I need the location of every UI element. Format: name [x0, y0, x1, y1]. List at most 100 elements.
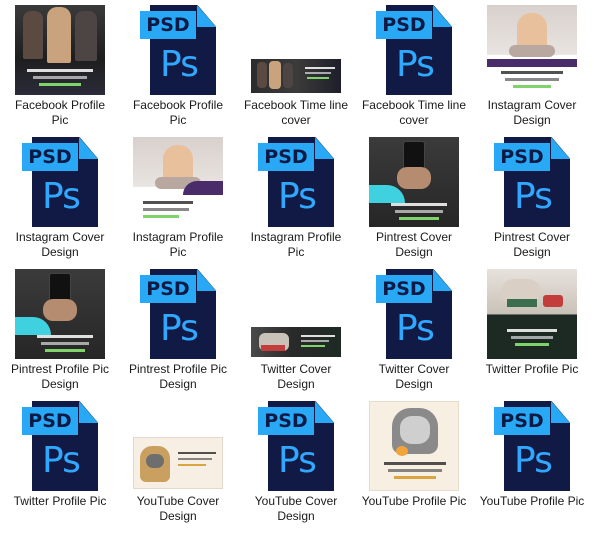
file-item[interactable]: PSD Ps Instagram Cover Design — [1, 132, 119, 264]
image-thumbnail-icon — [15, 269, 105, 359]
file-name-label: Instagram Cover Design — [15, 230, 105, 259]
file-item[interactable]: PSD Ps Twitter Cover Design — [355, 264, 473, 396]
file-item[interactable]: PSD Ps Facebook Profile Pic — [119, 0, 237, 132]
image-thumbnail-icon — [369, 137, 459, 227]
thumbnail-container — [1, 264, 119, 359]
file-name-label: Facebook Profile Pic — [132, 98, 224, 127]
file-name-label: Twitter Cover Design — [260, 362, 332, 391]
file-name-label: Instagram Profile Pic — [132, 230, 224, 259]
image-thumbnail-icon — [133, 437, 223, 489]
file-name-label: Facebook Profile Pic — [14, 98, 106, 127]
ps-glyph: Ps — [396, 308, 435, 349]
file-item[interactable]: Instagram Cover Design — [473, 0, 591, 132]
psd-file-icon: PSD Ps — [140, 269, 216, 359]
file-item[interactable]: PSD Ps Pintrest Profile Pic Design — [119, 264, 237, 396]
thumbnail-container — [355, 396, 473, 491]
thumbnail-container — [237, 0, 355, 95]
file-item[interactable]: Facebook Time line cover — [237, 0, 355, 132]
ps-glyph: Ps — [160, 308, 199, 349]
thumbnail-container: PSD Ps — [237, 132, 355, 227]
file-name-label: Pintrest Profile Pic Design — [128, 362, 228, 391]
file-item[interactable]: PSD Ps Pintrest Cover Design — [473, 132, 591, 264]
psd-badge: PSD — [22, 407, 78, 435]
file-item[interactable]: PSD Ps YouTube Cover Design — [237, 396, 355, 533]
image-thumbnail-icon — [487, 5, 577, 95]
file-item[interactable]: PSD Ps Instagram Profile Pic — [237, 132, 355, 264]
file-item[interactable]: Facebook Profile Pic — [1, 0, 119, 132]
psd-file-icon: PSD Ps — [22, 401, 98, 491]
psd-file-icon: PSD Ps — [22, 137, 98, 227]
file-name-label: YouTube Profile Pic — [361, 494, 467, 508]
ps-glyph: Ps — [514, 440, 553, 481]
psd-badge: PSD — [376, 11, 432, 39]
file-name-label: Instagram Profile Pic — [250, 230, 342, 259]
image-thumbnail-icon — [15, 5, 105, 95]
image-thumbnail-icon — [133, 137, 223, 227]
thumbnail-container — [1, 0, 119, 95]
file-name-label: Facebook Time line cover — [361, 98, 467, 127]
thumbnail-container: PSD Ps — [473, 132, 591, 227]
file-item[interactable]: PSD Ps YouTube Profile Pic — [473, 396, 591, 533]
image-thumbnail-icon — [369, 401, 459, 491]
psd-file-icon: PSD Ps — [376, 269, 452, 359]
psd-file-icon: PSD Ps — [376, 5, 452, 95]
thumbnail-container: PSD Ps — [119, 0, 237, 95]
ps-glyph: Ps — [278, 440, 317, 481]
thumbnail-container: PSD Ps — [473, 396, 591, 491]
ps-glyph: Ps — [160, 44, 199, 85]
file-item[interactable]: Pintrest Profile Pic Design — [1, 264, 119, 396]
file-grid: Facebook Profile Pic PSD Ps Facebook Pro… — [0, 0, 594, 533]
psd-file-icon: PSD Ps — [258, 401, 334, 491]
thumbnail-container — [473, 264, 591, 359]
psd-badge: PSD — [494, 407, 550, 435]
psd-badge: PSD — [376, 275, 432, 303]
psd-file-icon: PSD Ps — [494, 137, 570, 227]
thumbnail-container — [119, 396, 237, 491]
thumbnail-container — [237, 264, 355, 359]
ps-glyph: Ps — [514, 176, 553, 217]
file-item[interactable]: PSD Ps Facebook Time line cover — [355, 0, 473, 132]
file-item[interactable]: YouTube Profile Pic — [355, 396, 473, 533]
psd-file-icon: PSD Ps — [258, 137, 334, 227]
ps-glyph: Ps — [278, 176, 317, 217]
psd-badge: PSD — [258, 143, 314, 171]
file-name-label: Twitter Cover Design — [378, 362, 450, 391]
file-item[interactable]: YouTube Cover Design — [119, 396, 237, 533]
psd-badge: PSD — [140, 11, 196, 39]
file-name-label: Instagram Cover Design — [487, 98, 577, 127]
file-item[interactable]: Pintrest Cover Design — [355, 132, 473, 264]
file-name-label: YouTube Cover Design — [254, 494, 338, 523]
file-name-label: Facebook Time line cover — [243, 98, 349, 127]
file-item[interactable]: Twitter Profile Pic — [473, 264, 591, 396]
thumbnail-container — [355, 132, 473, 227]
file-name-label: Twitter Profile Pic — [485, 362, 579, 376]
file-item[interactable]: PSD Ps Twitter Profile Pic — [1, 396, 119, 533]
psd-badge: PSD — [258, 407, 314, 435]
file-item[interactable]: Twitter Cover Design — [237, 264, 355, 396]
psd-badge: PSD — [140, 275, 196, 303]
ps-glyph: Ps — [396, 44, 435, 85]
psd-badge: PSD — [22, 143, 78, 171]
thumbnail-container — [119, 132, 237, 227]
psd-file-icon: PSD Ps — [140, 5, 216, 95]
thumbnail-container: PSD Ps — [1, 396, 119, 491]
file-name-label: Pintrest Profile Pic Design — [10, 362, 110, 391]
thumbnail-container: PSD Ps — [1, 132, 119, 227]
thumbnail-container: PSD Ps — [355, 0, 473, 95]
psd-badge: PSD — [494, 143, 550, 171]
image-thumbnail-icon — [251, 327, 341, 357]
psd-file-icon: PSD Ps — [494, 401, 570, 491]
file-name-label: Pintrest Cover Design — [375, 230, 453, 259]
file-name-label: Twitter Profile Pic — [13, 494, 107, 508]
file-name-label: Pintrest Cover Design — [493, 230, 571, 259]
image-thumbnail-icon — [251, 59, 341, 93]
ps-glyph: Ps — [42, 176, 81, 217]
thumbnail-container — [473, 0, 591, 95]
thumbnail-container: PSD Ps — [237, 396, 355, 491]
thumbnail-container: PSD Ps — [355, 264, 473, 359]
ps-glyph: Ps — [42, 440, 81, 481]
thumbnail-container: PSD Ps — [119, 264, 237, 359]
image-thumbnail-icon — [487, 269, 577, 359]
file-name-label: YouTube Profile Pic — [479, 494, 585, 508]
file-item[interactable]: Instagram Profile Pic — [119, 132, 237, 264]
